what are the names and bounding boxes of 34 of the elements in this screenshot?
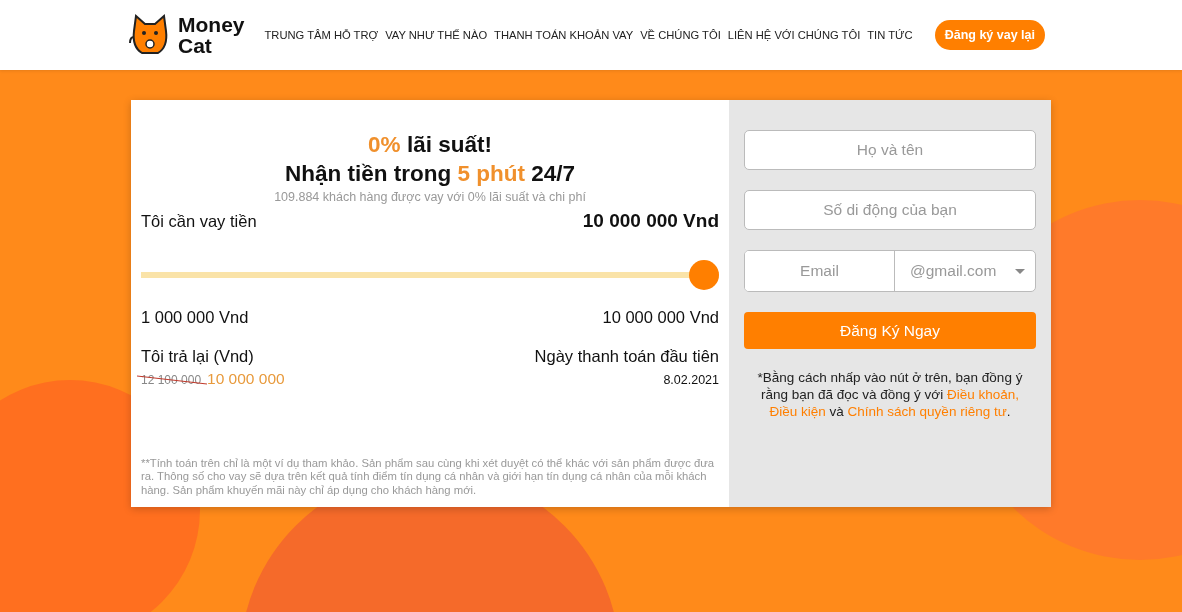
date-label: Ngày thanh toán đầu tiên xyxy=(534,347,719,366)
amount-label: Tôi cần vay tiền xyxy=(141,212,257,231)
max-amount: 10 000 000 Vnd xyxy=(602,308,719,327)
nav-link[interactable]: TIN TỨC xyxy=(867,29,913,41)
name-field[interactable]: Họ và tên xyxy=(744,130,1036,170)
slider-thumb[interactable] xyxy=(689,260,719,290)
repay-label: Tôi trả lại (Vnd) xyxy=(141,347,254,366)
nav-link[interactable]: THANH TOÁN KHOẢN VAY xyxy=(494,29,634,41)
headline-text: 24/7 xyxy=(530,161,575,186)
subtitle: 109.884 khách hàng được vay với 0% lãi suất và chi phí xyxy=(273,190,587,204)
amount-value: 10 000 000 Vnd xyxy=(582,210,719,232)
new-price: 10 000 000 xyxy=(207,370,285,387)
headline-text: Nhận tiền trong xyxy=(284,161,453,186)
caret-icon xyxy=(1015,268,1025,274)
phone-field[interactable]: Số di động của bạn xyxy=(744,190,1036,230)
headline-text: 5 phút xyxy=(457,161,525,186)
terms-link[interactable]: Điều khoản, xyxy=(946,387,1019,402)
register-button[interactable]: Đăng Ký Ngay xyxy=(744,312,1036,349)
terms-text: *Bằng cách nhấp vào nút ở trên, bạn đồng ý rằng bạn đã đọc và đồng ý với Điều khoản, Điều kiện và Chính sách quyền riêng tư. xyxy=(756,369,1024,420)
headline-text: 0% xyxy=(368,132,401,157)
domain-select[interactable]: @gmail.com xyxy=(895,251,1035,291)
email-field[interactable]: Email @gmail.com xyxy=(744,250,1036,292)
nav-link[interactable]: LIÊN HỆ VỚI CHÚNG TÔI xyxy=(727,29,861,41)
nav-link[interactable]: VỀ CHÚNG TÔI xyxy=(640,29,721,41)
min-amount: 1 000 000 Vnd xyxy=(141,308,249,327)
nav-link[interactable]: VAY NHƯ THẾ NÀO xyxy=(385,29,488,41)
terms-link[interactable]: Điều kiện xyxy=(769,404,826,419)
date-value: 8.02.2021 xyxy=(663,373,719,387)
terms-link[interactable]: Chính sách quyền riêng tư xyxy=(847,404,1007,419)
nav-link[interactable]: TRUNG TÂM HỖ TRỢ xyxy=(264,29,379,41)
headline-text: lãi suất! xyxy=(405,132,492,157)
reapply-button[interactable]: Đăng ký vay lại xyxy=(934,20,1045,50)
logo-text: Money Cat xyxy=(178,14,245,56)
disclaimer: **Tính toán trên chỉ là một ví dụ tham khảo. Sản phẩm sau cùng khi xét duyệt có thể khác với sản phẩm được đưa ra. Thông số cho vay sẽ dựa trên kết quả tính điểm tín dụng cá nhân và giới hạn tín dụng cá nhân của mỗi khách hàng. Sản phẩm khuyến mãi này chỉ áp dụng cho khách hàng mới. xyxy=(141,456,716,497)
